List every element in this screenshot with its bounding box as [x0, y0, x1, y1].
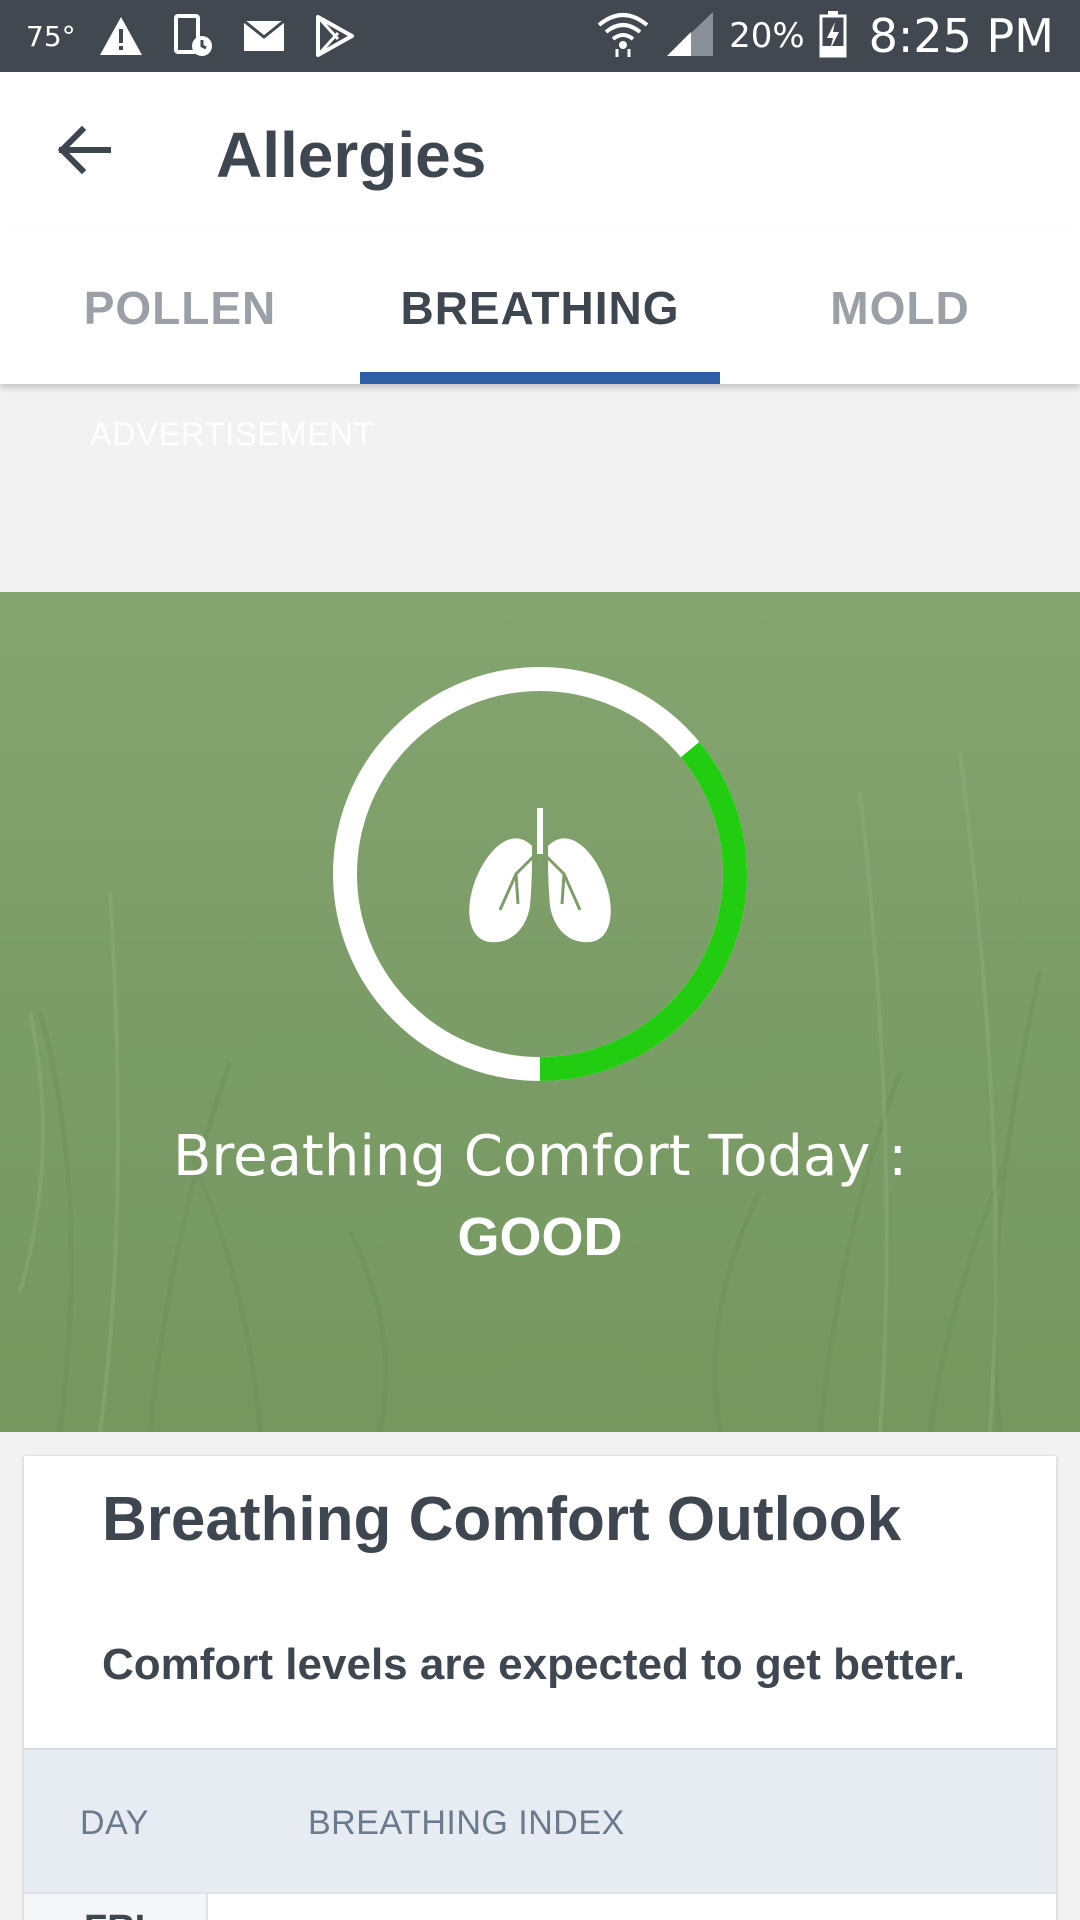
tab-breathing[interactable]: BREATHING [360, 232, 720, 384]
arrow-left-icon [56, 125, 112, 180]
tab-bar: POLLEN BREATHING MOLD [0, 232, 1080, 384]
outlook-card: Breathing Comfort Outlook Comfort levels… [24, 1456, 1056, 1920]
wifi-icon [595, 9, 651, 64]
back-button[interactable] [46, 122, 122, 182]
active-tab-indicator [360, 372, 720, 384]
outlook-table-header: DAY BREATHING INDEX [24, 1748, 1056, 1892]
status-temperature: 75° [26, 20, 76, 53]
outlook-summary: Comfort levels are expected to get bette… [102, 1640, 966, 1689]
breathing-comfort-value: GOOD [457, 1207, 623, 1267]
table-cell-day: FRI [24, 1894, 208, 1920]
status-time: 8:25 PM [868, 9, 1054, 63]
table-row: FRI [24, 1892, 1056, 1920]
day-label: FRI [84, 1908, 145, 1920]
outlook-title: Breathing Comfort Outlook [102, 1485, 902, 1554]
breathing-hero: Breathing Comfort Today : GOOD [0, 592, 1080, 1432]
cell-signal-icon [665, 10, 715, 63]
advertisement-label: ADVERTISEMENT [90, 416, 375, 452]
breathing-comfort-label: Breathing Comfort Today : [172, 1124, 908, 1189]
breathing-gauge [333, 667, 747, 1081]
warning-icon [98, 15, 144, 57]
tab-pollen[interactable]: POLLEN [0, 232, 360, 384]
email-icon [242, 19, 286, 53]
notification-icons [98, 12, 356, 60]
app-screen: 75° 20% 8:25 PM Allergies POLLEN BREATHI… [0, 0, 1080, 1920]
status-right-group: 20% 8:25 PM [595, 0, 1054, 72]
lungs-icon [469, 808, 611, 943]
battery-charging-icon [819, 10, 847, 63]
column-header-day: DAY [80, 1804, 149, 1842]
status-bar: 75° 20% 8:25 PM [0, 0, 1080, 72]
page-title: Allergies [216, 119, 487, 191]
tab-mold[interactable]: MOLD [720, 232, 1080, 384]
column-header-breathing-index: BREATHING INDEX [308, 1804, 625, 1842]
battery-percentage: 20% [729, 16, 805, 56]
app-bar: Allergies [0, 72, 1080, 232]
device-update-icon [172, 14, 214, 58]
advertisement-area[interactable]: ADVERTISEMENT [0, 384, 1080, 592]
play-store-icon [314, 15, 356, 57]
